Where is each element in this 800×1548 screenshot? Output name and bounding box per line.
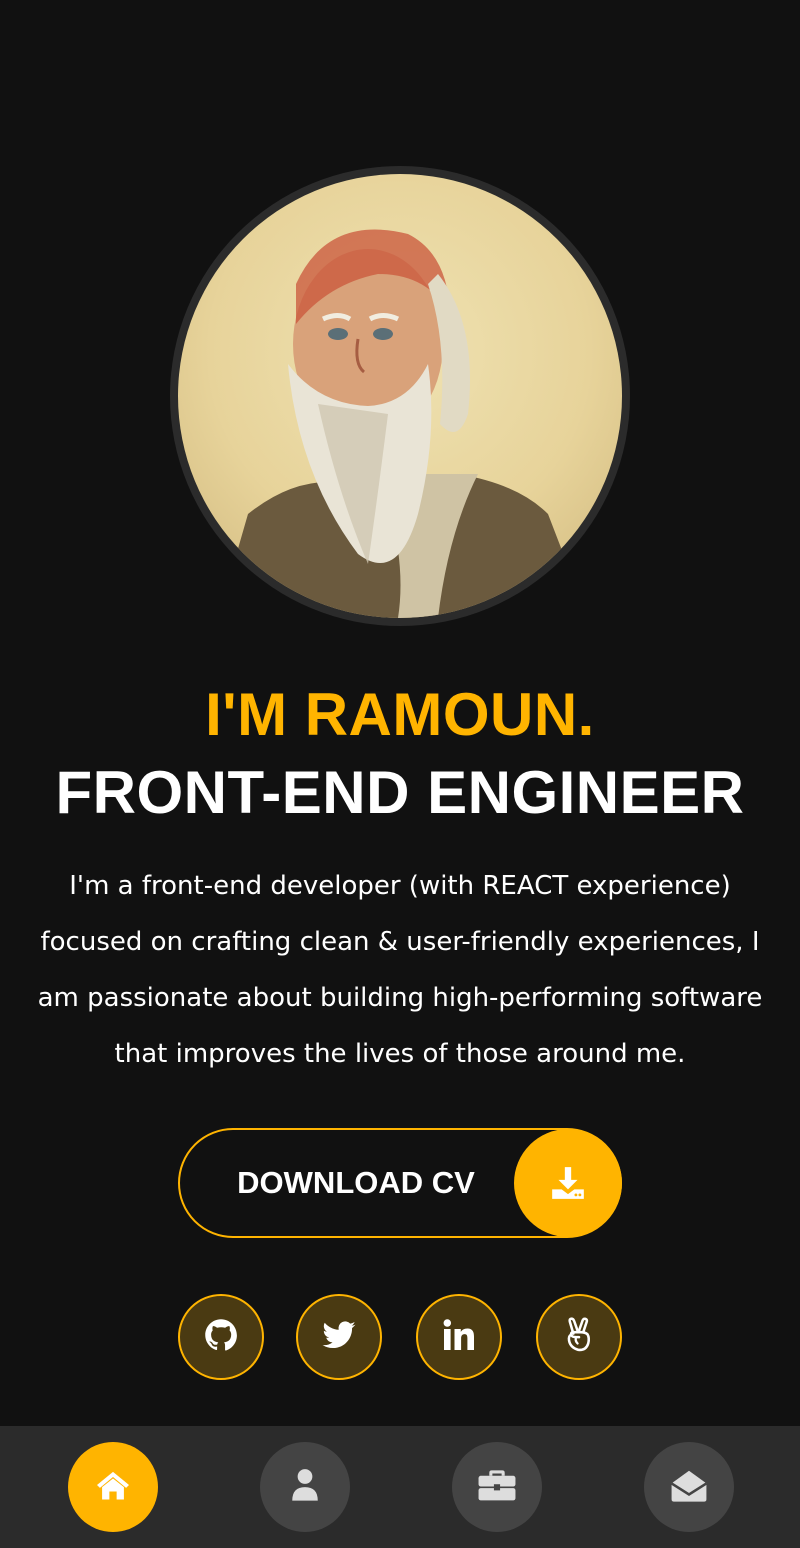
angellist-icon	[562, 1316, 596, 1358]
nav-portfolio[interactable]	[452, 1442, 542, 1532]
hero-role: FRONT-END ENGINEER	[55, 759, 745, 826]
envelope-open-icon	[670, 1467, 708, 1507]
portrait-illustration	[218, 229, 588, 618]
download-cv-button[interactable]: DOWNLOAD CV	[178, 1128, 622, 1238]
bottom-navigation	[0, 1426, 800, 1548]
github-link[interactable]	[178, 1294, 264, 1380]
home-page: I'M RAMOUN. FRONT-END ENGINEER I'm a fro…	[0, 0, 800, 1548]
github-icon	[203, 1317, 239, 1357]
download-cv-label: DOWNLOAD CV	[237, 1165, 475, 1200]
nav-about[interactable]	[260, 1442, 350, 1532]
download-icon	[514, 1129, 622, 1237]
hero-name: I'M RAMOUN.	[205, 681, 595, 748]
twitter-icon	[321, 1317, 357, 1357]
home-icon	[95, 1469, 131, 1505]
linkedin-link[interactable]	[416, 1294, 502, 1380]
twitter-link[interactable]	[296, 1294, 382, 1380]
nav-home[interactable]	[68, 1442, 158, 1532]
angellist-link[interactable]	[536, 1294, 622, 1380]
briefcase-icon	[477, 1468, 517, 1506]
user-icon	[290, 1468, 320, 1506]
hero-bio: I'm a front-end developer (with REACT ex…	[37, 871, 763, 1069]
linkedin-icon	[441, 1317, 477, 1357]
profile-avatar	[170, 166, 630, 626]
profile-photo	[178, 174, 622, 618]
nav-contact[interactable]	[644, 1442, 734, 1532]
